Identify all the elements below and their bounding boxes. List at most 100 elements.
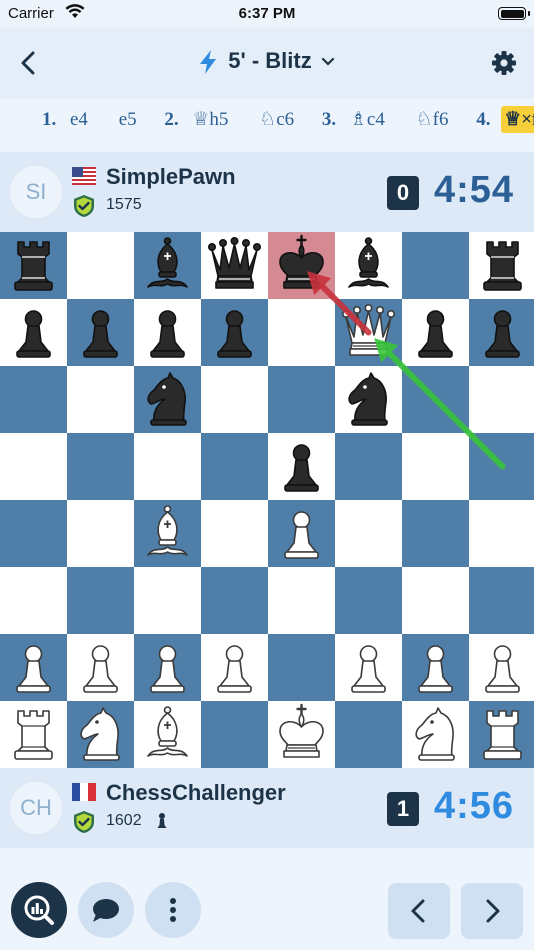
square-b6[interactable] [67, 366, 134, 433]
white-pawn-e4[interactable] [268, 500, 335, 567]
lightning-icon [200, 50, 217, 75]
white-pawn-f2[interactable] [335, 634, 402, 701]
white-pawn-b2[interactable] [67, 634, 134, 701]
black-pawn-c7[interactable] [134, 299, 201, 366]
square-d3[interactable] [201, 567, 268, 634]
black-pawn-b7[interactable] [67, 299, 134, 366]
square-f3[interactable] [335, 567, 402, 634]
square-b5[interactable] [67, 433, 134, 500]
move-white[interactable]: ♕h5 [189, 106, 231, 133]
white-pawn-g2[interactable] [402, 634, 469, 701]
fr-flag-icon [72, 783, 96, 801]
square-a3[interactable] [0, 567, 67, 634]
white-knight-b1[interactable] [67, 701, 134, 768]
square-h6[interactable] [469, 366, 534, 433]
square-c5[interactable] [134, 433, 201, 500]
player-clock: 4:54 [434, 169, 515, 211]
verified-shield-icon [74, 195, 94, 217]
move-number: 4. [476, 109, 491, 130]
square-g6[interactable] [402, 366, 469, 433]
square-h4[interactable] [469, 500, 534, 567]
move-black[interactable]: ♘f6 [413, 106, 452, 133]
black-queen-d8[interactable] [201, 232, 268, 299]
square-b4[interactable] [67, 500, 134, 567]
square-g5[interactable] [402, 433, 469, 500]
square-b3[interactable] [67, 567, 134, 634]
white-pawn-c2[interactable] [134, 634, 201, 701]
square-h3[interactable] [469, 567, 534, 634]
square-c3[interactable] [134, 567, 201, 634]
more-button[interactable] [145, 882, 201, 938]
next-move-button[interactable] [461, 883, 523, 939]
move-list: 1. e4 e5 2. ♕h5 ♘c6 3. ♗c4 ♘f6 4. ♕×f7# [0, 98, 534, 152]
white-queen-f7[interactable] [335, 299, 402, 366]
square-e3[interactable] [268, 567, 335, 634]
black-pawn-d7[interactable] [201, 299, 268, 366]
square-d5[interactable] [201, 433, 268, 500]
more-icon [170, 898, 176, 922]
move-white-current[interactable]: ♕×f7# [501, 106, 534, 133]
black-pawn-h7[interactable] [469, 299, 534, 366]
player-panel: CH ChessChallenger 1602 1 4:56 [0, 768, 534, 848]
square-h5[interactable] [469, 433, 534, 500]
move-white[interactable]: ♗c4 [347, 106, 388, 133]
square-a6[interactable] [0, 366, 67, 433]
square-g8[interactable] [402, 232, 469, 299]
chevron-down-icon [321, 58, 334, 66]
black-pawn-e5[interactable] [268, 433, 335, 500]
move-black[interactable]: e5 [116, 107, 140, 133]
square-d6[interactable] [201, 366, 268, 433]
black-knight-f6[interactable] [335, 366, 402, 433]
player-rating: 1602 [106, 812, 142, 829]
white-bishop-c4[interactable] [134, 500, 201, 567]
move-number: 3. [321, 109, 337, 130]
square-f4[interactable] [335, 500, 402, 567]
square-e6[interactable] [268, 366, 335, 433]
avatar[interactable]: CH [10, 782, 62, 834]
move-white[interactable]: e4 [67, 107, 91, 133]
white-bishop-c1[interactable] [134, 701, 201, 768]
player-name[interactable]: SimplePawn [106, 164, 236, 190]
avatar[interactable]: SI [10, 166, 62, 218]
square-e7[interactable] [268, 299, 335, 366]
white-knight-g1[interactable] [402, 701, 469, 768]
chat-icon [93, 899, 119, 922]
black-pawn-g7[interactable] [402, 299, 469, 366]
black-pawn-a7[interactable] [0, 299, 67, 366]
black-bishop-c8[interactable] [134, 232, 201, 299]
black-rook-a8[interactable] [0, 232, 67, 299]
square-b8[interactable] [67, 232, 134, 299]
chess-board[interactable] [0, 232, 534, 768]
square-e2[interactable] [268, 634, 335, 701]
square-f5[interactable] [335, 433, 402, 500]
move-black[interactable]: ♘c6 [256, 106, 297, 133]
black-rook-h8[interactable] [469, 232, 534, 299]
square-g3[interactable] [402, 567, 469, 634]
pawn-icon [157, 813, 167, 828]
square-d4[interactable] [201, 500, 268, 567]
square-f1[interactable] [335, 701, 402, 768]
square-g4[interactable] [402, 500, 469, 567]
player-name[interactable]: ChessChallenger [106, 780, 286, 806]
analysis-button[interactable] [11, 882, 67, 938]
settings-button[interactable] [490, 49, 518, 77]
black-bishop-f8[interactable] [335, 232, 402, 299]
white-pawn-h2[interactable] [469, 634, 534, 701]
battery-cap [528, 11, 530, 16]
opponent-panel: SI SimplePawn 1575 0 4:54 [0, 152, 534, 232]
white-rook-h1[interactable] [469, 701, 534, 768]
black-king-e8[interactable] [268, 232, 335, 299]
white-king-e1[interactable] [268, 701, 335, 768]
white-pawn-a2[interactable] [0, 634, 67, 701]
move-number: 2. [164, 109, 179, 130]
chat-button[interactable] [78, 882, 134, 938]
white-pawn-d2[interactable] [201, 634, 268, 701]
square-a4[interactable] [0, 500, 67, 567]
white-rook-a1[interactable] [0, 701, 67, 768]
square-a5[interactable] [0, 433, 67, 500]
black-knight-c6[interactable] [134, 366, 201, 433]
previous-move-button[interactable] [388, 883, 450, 939]
square-d1[interactable] [201, 701, 268, 768]
game-mode-selector[interactable]: 5' - Blitz [0, 48, 534, 75]
next-icon [486, 899, 500, 923]
